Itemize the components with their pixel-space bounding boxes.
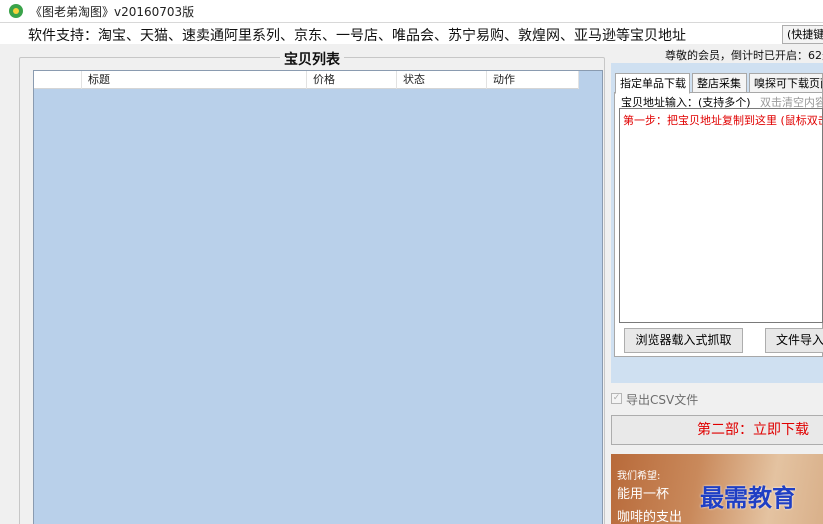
app-logo-icon — [9, 4, 23, 18]
tab-sniff-pages[interactable]: 嗅探可下载页面 — [749, 73, 823, 93]
shortcut-button[interactable]: (快捷键 — [782, 25, 823, 44]
title-bar: 《图老弟淘图》v20160703版 — [0, 0, 823, 22]
item-address-input[interactable]: 第一步：把宝贝地址复制到这里 (鼠标双击 — [619, 108, 823, 323]
support-bar: 软件支持：淘宝、天猫、速卖通阿里系列、京东、一号店、唯品会、苏宁易购、敦煌网、亚… — [0, 22, 823, 44]
export-csv-label: 导出CSV文件 — [626, 393, 699, 407]
list-header: 标题 价格 状态 动作 — [34, 71, 579, 89]
member-countdown-text: 尊敬的会员，倒计时已开启：62天 — [665, 49, 823, 62]
file-import-button[interactable]: 文件导入 — [765, 328, 823, 353]
column-header-price[interactable]: 价格 — [307, 71, 397, 89]
supported-sites-text: 软件支持：淘宝、天猫、速卖通阿里系列、京东、一号店、唯品会、苏宁易购、敦煌网、亚… — [28, 28, 686, 44]
start-download-button[interactable]: 第二部：立即下载 — [611, 415, 823, 445]
column-header-blank[interactable] — [34, 71, 82, 89]
ad-line-2: 能用一杯 — [617, 487, 670, 502]
ad-line-3: 咖啡的支出 — [617, 510, 683, 524]
column-header-status[interactable]: 状态 — [397, 71, 487, 89]
column-header-action[interactable]: 动作 — [487, 71, 579, 89]
export-csv-checkbox[interactable]: ✓ — [611, 393, 622, 404]
tab-single-item-download[interactable]: 指定单品下载 — [615, 73, 690, 94]
watermark-text: 最需教育 — [700, 483, 796, 512]
ad-line-1: 我们希望: — [617, 471, 661, 482]
column-header-title[interactable]: 标题 — [82, 71, 307, 89]
window-title: 《图老弟淘图》v20160703版 — [30, 4, 195, 19]
checkmark-icon: ✓ — [612, 393, 621, 403]
browser-grab-button[interactable]: 浏览器载入式抓取 — [624, 328, 743, 353]
item-list-title: 宝贝列表 — [280, 49, 344, 69]
tab-whole-shop-collect[interactable]: 整店采集 — [692, 73, 747, 93]
item-list-view[interactable]: 标题 价格 状态 动作 — [33, 70, 603, 524]
step-one-instruction: 第一步：把宝贝地址复制到这里 (鼠标双击 — [623, 114, 823, 127]
